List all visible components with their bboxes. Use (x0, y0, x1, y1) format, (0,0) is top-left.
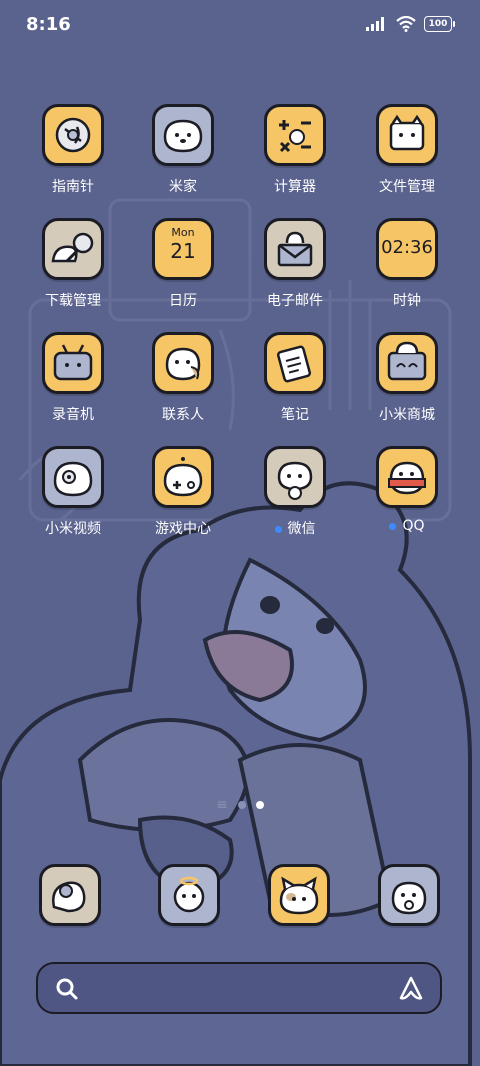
app-label: 文件管理 (379, 179, 435, 195)
app-label: 指南针 (52, 179, 94, 195)
page-dot-active[interactable] (255, 801, 264, 809)
app-file-manager[interactable]: 文件管理 (352, 104, 462, 196)
contacts-icon[interactable] (152, 332, 214, 394)
app-label: 米家 (169, 179, 197, 195)
app-mi-store[interactable]: 小米商城 (352, 332, 462, 424)
dock-app-1[interactable] (15, 864, 125, 926)
notification-dot (389, 522, 397, 530)
app-contacts[interactable]: 联系人 (128, 332, 238, 424)
calculator-icon[interactable] (264, 104, 326, 166)
app-calendar[interactable]: Mon 21 日历 (128, 218, 238, 310)
dock-app-2[interactable] (134, 864, 244, 926)
signal-icon (366, 17, 384, 31)
app-label-text: QQ (402, 518, 425, 534)
dock-app-4[interactable] (354, 864, 464, 926)
app-label: 下载管理 (45, 293, 101, 309)
app-label: 计算器 (274, 179, 316, 195)
file-manager-icon[interactable] (376, 104, 438, 166)
app-label: 联系人 (162, 407, 204, 423)
dock-app-4-icon[interactable] (378, 864, 440, 926)
calendar-weekday: Mon (171, 226, 195, 239)
page-indicator-menu-icon[interactable]: ≡ (216, 797, 228, 813)
calendar-icon[interactable]: Mon 21 (152, 218, 214, 280)
battery-icon: 100 (424, 16, 455, 32)
notification-dot (274, 525, 282, 533)
app-download-manager[interactable]: 下载管理 (18, 218, 128, 310)
calendar-day: 21 (170, 239, 196, 263)
app-notes[interactable]: 笔记 (240, 332, 350, 424)
recorder-icon[interactable] (42, 332, 104, 394)
app-clock[interactable]: 02:36 时钟 (352, 218, 462, 310)
app-label: 小米商城 (379, 407, 435, 423)
mi-store-icon[interactable] (376, 332, 438, 394)
notes-icon[interactable] (264, 332, 326, 394)
search-icon[interactable] (54, 976, 80, 1002)
app-label: 游戏中心 (155, 521, 211, 537)
app-label: QQ (352, 518, 462, 534)
game-center-icon[interactable] (152, 446, 214, 508)
status-time: 8:16 (26, 14, 71, 35)
compass-icon[interactable] (42, 104, 104, 166)
clock-time: 02:36 (381, 237, 433, 258)
clock-icon[interactable]: 02:36 (376, 218, 438, 280)
app-label: 日历 (169, 293, 197, 309)
app-mi-video[interactable]: 小米视频 (18, 446, 128, 538)
app-game-center[interactable]: 游戏中心 (128, 446, 238, 538)
status-bar: 8:16 100 (0, 0, 480, 50)
mi-video-icon[interactable] (42, 446, 104, 508)
wifi-icon (396, 16, 416, 32)
email-icon[interactable] (264, 218, 326, 280)
dock-app-3[interactable] (244, 864, 354, 926)
app-email[interactable]: 电子邮件 (240, 218, 350, 310)
assistant-icon[interactable] (396, 974, 426, 1004)
app-label: 时钟 (393, 293, 421, 309)
dock-app-3-icon[interactable] (268, 864, 330, 926)
app-wechat[interactable]: 微信 (240, 446, 350, 538)
app-mi-home[interactable]: 米家 (128, 104, 238, 196)
qq-icon[interactable] (376, 446, 438, 508)
app-label: 录音机 (52, 407, 94, 423)
search-bar[interactable] (36, 962, 442, 1014)
dock-app-2-icon[interactable] (158, 864, 220, 926)
app-qq[interactable]: QQ (352, 446, 462, 534)
app-label: 微信 (240, 518, 350, 538)
app-label: 笔记 (281, 407, 309, 423)
mi-home-icon[interactable] (152, 104, 214, 166)
app-label-text: 微信 (287, 521, 316, 537)
app-calculator[interactable]: 计算器 (240, 104, 350, 196)
wechat-icon[interactable] (264, 446, 326, 508)
page-dot[interactable] (237, 801, 246, 809)
app-label: 小米视频 (45, 521, 101, 537)
app-compass[interactable]: 指南针 (18, 104, 128, 196)
app-recorder[interactable]: 录音机 (18, 332, 128, 424)
dock-app-1-icon[interactable] (39, 864, 101, 926)
page-indicator[interactable]: ≡ (0, 797, 480, 813)
status-icons: 100 (366, 16, 455, 32)
download-manager-icon[interactable] (42, 218, 104, 280)
app-label: 电子邮件 (267, 293, 323, 309)
